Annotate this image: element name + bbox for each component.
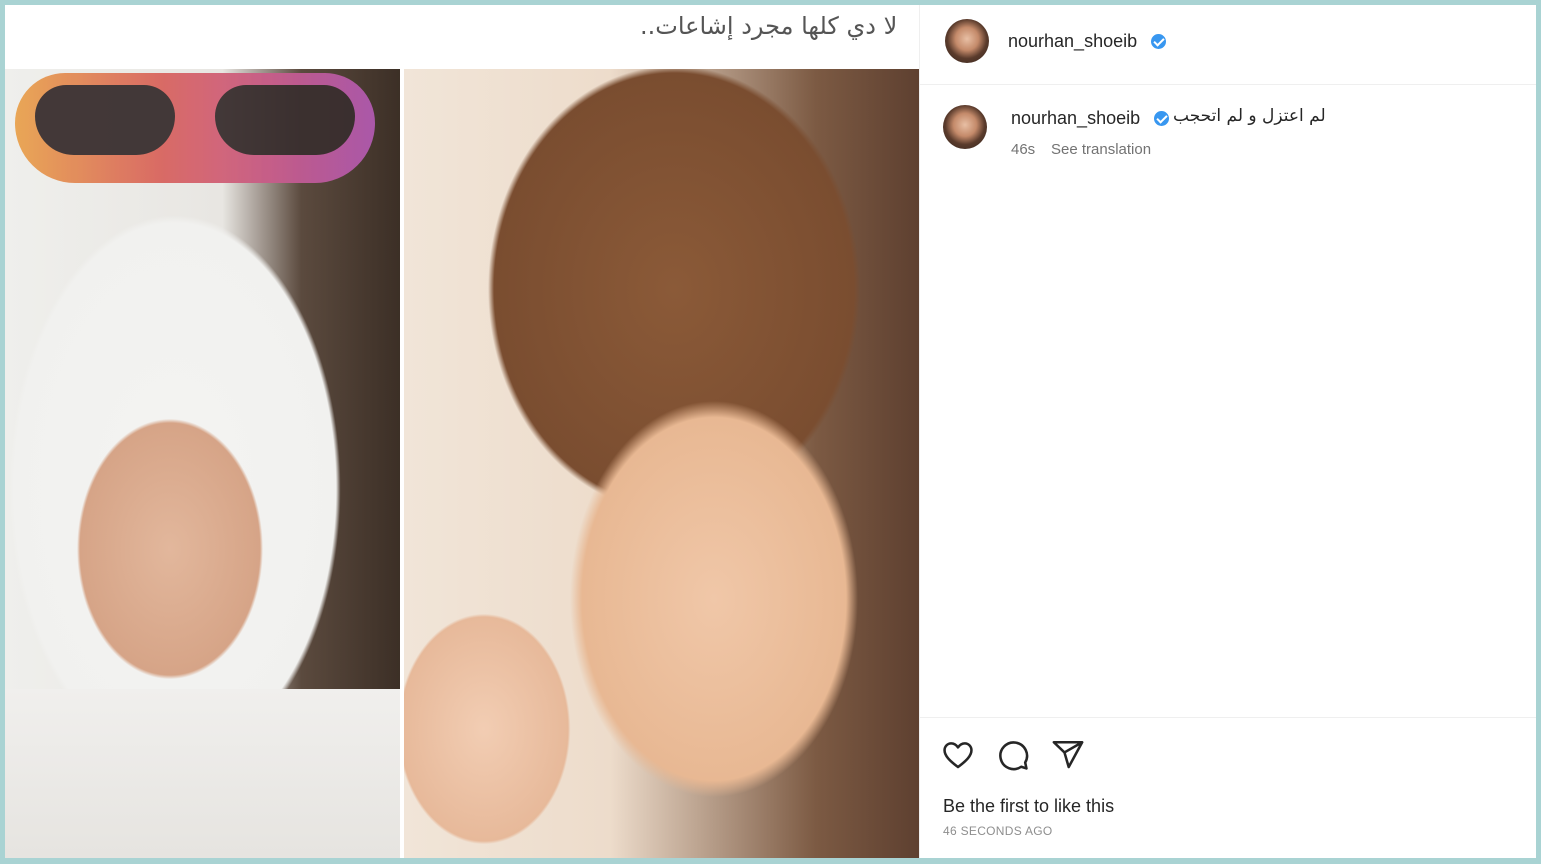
- likes-summary[interactable]: Be the first to like this: [943, 796, 1114, 817]
- share-button[interactable]: [1051, 738, 1085, 772]
- photo-right: [404, 69, 919, 858]
- hand-graphic: [404, 589, 604, 858]
- comment-avatar[interactable]: [943, 105, 987, 149]
- sunglasses-graphic: [15, 73, 375, 183]
- share-icon: [1052, 740, 1084, 769]
- avatar[interactable]: [945, 19, 989, 63]
- photo-left: [5, 69, 400, 858]
- comment-text: لم اعتزل و لم اتحجب: [1173, 106, 1326, 126]
- media-overlay-caption-text: لا دي كلها مجرد إشاعات..: [640, 12, 898, 40]
- heart-icon: [943, 742, 973, 769]
- post-timestamp[interactable]: 46 SECONDS AGO: [943, 824, 1053, 838]
- comment-icon: [999, 741, 1029, 771]
- post-header: nourhan_shoeib: [920, 5, 1536, 85]
- post-side-panel: nourhan_shoeib nourhan_shoeib لم اعتزل و…: [919, 5, 1536, 858]
- comment-button[interactable]: [996, 738, 1030, 772]
- post-actions: Be the first to like this 46 SECONDS AGO: [920, 717, 1536, 858]
- comment-time[interactable]: 46s: [1011, 141, 1035, 158]
- verified-badge-icon: [1151, 34, 1166, 49]
- like-button[interactable]: [941, 738, 975, 772]
- see-translation-link[interactable]: See translation: [1051, 141, 1151, 158]
- scarf-graphic: [5, 689, 400, 858]
- post-media: لا دي كلها مجرد إشاعات..: [5, 5, 919, 858]
- comment-verified-badge-icon: [1154, 111, 1169, 126]
- comment-username[interactable]: nourhan_shoeib: [1011, 108, 1140, 129]
- header-username[interactable]: nourhan_shoeib: [1008, 31, 1137, 52]
- media-overlay-caption: لا دي كلها مجرد إشاعات..: [5, 5, 919, 69]
- app-frame: لا دي كلها مجرد إشاعات.. nourhan_shoeib …: [5, 5, 1536, 858]
